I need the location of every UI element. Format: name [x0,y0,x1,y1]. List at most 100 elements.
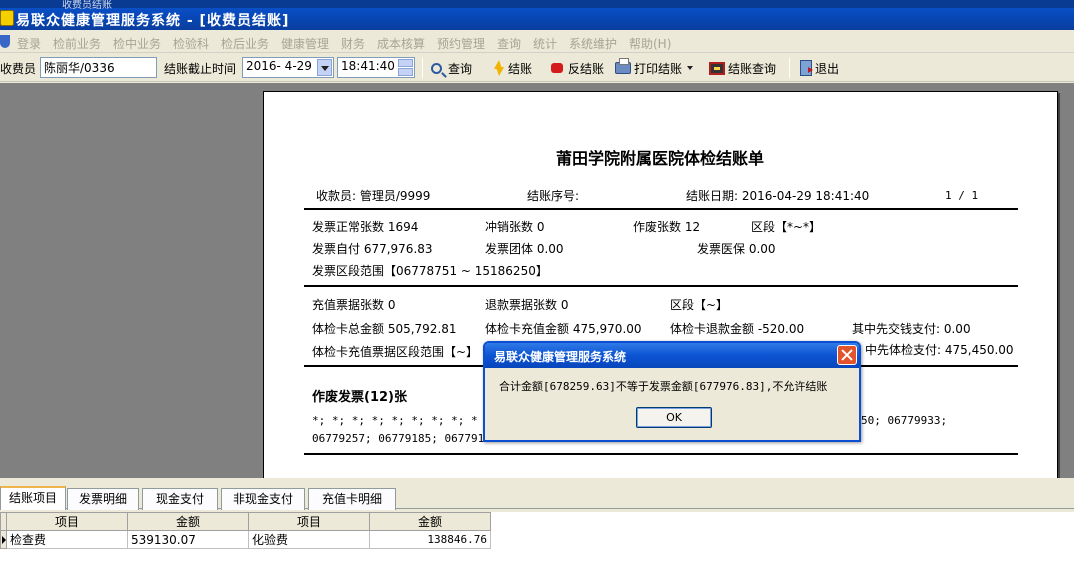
menu-system-maintenance[interactable]: 系统维护 [569,35,617,52]
tab-invoice-details[interactable]: 发票明细 [67,488,139,510]
settle-button-label: 结账 [508,61,533,76]
dialog-message: 合计金额[678259.63]不等于发票金额[677976.83],不允许结账 [499,380,828,393]
lightning-icon [491,60,505,76]
cell-amount[interactable]: 138846.76 [369,530,491,549]
exit-button[interactable]: 退出 [800,57,839,79]
chevron-down-icon[interactable] [687,66,694,70]
invoice-range: 发票区段范围【06778751 ~ 15186250】 [312,264,548,278]
cutoff-date-picker[interactable]: 2016- 4-29 [242,57,334,78]
print-settlement-button[interactable]: 打印结账 [615,57,694,79]
print-settlement-button-label: 打印结账 [634,61,683,76]
ok-button[interactable]: OK [636,407,712,428]
query-button[interactable]: 查询 [431,57,472,79]
grid-header-row: 项目 金额 项目 金额 [0,512,491,531]
menu-pre-exam[interactable]: 检前业务 [53,35,101,52]
menu-statistics[interactable]: 统计 [533,35,557,52]
menu-login[interactable]: 登录 [17,35,41,52]
cutoff-time-value: 18:41:40 [341,59,395,73]
cutoff-date-value: 2016- 4-29 [246,59,312,73]
query-button-label: 查询 [448,61,473,76]
recharge-section-range: 区段【~】 [670,298,729,312]
current-row-indicator-icon [0,530,7,549]
invoice-self-pay: 发票自付 677,976.83 [312,242,433,256]
column-header-amount[interactable]: 金额 [127,512,249,531]
tab-recharge-card-details[interactable]: 充值卡明细 [308,488,396,510]
menu-during-exam[interactable]: 检中业务 [113,35,161,52]
reverse-settle-button-label: 反结账 [568,61,605,76]
menu-query[interactable]: 查询 [497,35,521,52]
app-shield-icon [0,10,14,26]
window-title: 易联众健康管理服务系统 - [收费员结账] [16,13,290,29]
menu-lab[interactable]: 检验科 [173,35,209,52]
void-invoice-list-line2: 06779257; 06779185; 067791 [312,432,485,445]
menu-help[interactable]: 帮助(H) [629,35,671,52]
close-icon[interactable] [837,345,857,365]
card-total-amount: 体检卡总金额 505,792.81 [312,322,457,336]
section-range: 区段【*~*】 [751,220,822,234]
menu-post-exam[interactable]: 检后业务 [221,35,269,52]
search-icon [431,62,442,74]
void-invoice-list-right: 50; 06779933; [861,414,948,427]
cutoff-time-label: 结账截止时间 [164,62,237,76]
exit-door-icon [800,60,813,76]
recharge-ticket-count: 充值票据张数 0 [312,298,396,312]
card-recharge-amount: 体检卡充值金额 475,970.00 [485,322,642,336]
report-cashier: 收款员: 管理员/9999 [316,189,431,203]
prepaid-exam-payment: 中先体检支付: 475,450.00 [865,343,1014,357]
tab-cash-payment[interactable]: 现金支付 [142,488,218,510]
menu-health-management[interactable]: 健康管理 [281,35,329,52]
dialog-title: 易联众健康管理服务系统 [494,350,627,364]
error-dialog: 易联众健康管理服务系统 合计金额[678259.63]不等于发票金额[67797… [483,341,861,442]
toolbar-separator [422,58,423,78]
divider [304,285,1018,287]
settlement-items-grid[interactable]: 项目 金额 项目 金额 检查费 539130.07 化验费 138846.76 [0,512,1074,579]
prepaid-payment: 其中先交钱支付: 0.00 [852,322,971,336]
invoice-insurance-pay: 发票医保 0.00 [697,242,776,256]
toolbar-separator [789,58,790,78]
title-bar: 收费员结账 易联众健康管理服务系统 - [收费员结账] [0,0,1074,30]
cashier-field-value: 陈丽华/0336 [44,61,115,75]
settle-button[interactable]: 结账 [491,57,532,79]
menu-cost-accounting[interactable]: 成本核算 [377,35,425,52]
invoice-group-pay: 发票团体 0.00 [485,242,564,256]
divider [304,453,1018,455]
column-header-amount[interactable]: 金额 [369,512,491,531]
cashier-field[interactable]: 陈丽华/0336 [40,57,157,78]
time-spin-buttons[interactable] [398,59,413,76]
printer-icon [615,58,631,74]
cell-item[interactable]: 化验费 [248,530,370,549]
date-dropdown-arrow-icon[interactable] [317,59,332,76]
detail-tabs: 结账项目 发票明细 现金支付 非现金支付 充值卡明细 [0,485,1074,510]
reverse-settle-button[interactable]: 反结账 [549,57,604,79]
background-window-strip: 收费员结账 [0,0,1074,11]
tab-non-cash-payment[interactable]: 非现金支付 [221,488,305,510]
cell-item[interactable]: 检查费 [6,530,128,549]
report-serial: 结账序号: [527,189,580,203]
table-row[interactable]: 检查费 539130.07 化验费 138846.76 [0,530,491,549]
void-count: 作废张数 12 [633,220,701,234]
menu-appointment[interactable]: 预约管理 [437,35,485,52]
exit-button-label: 退出 [815,61,840,76]
reversed-count: 冲销张数 0 [485,220,545,234]
monitor-icon [709,61,725,75]
column-header-item[interactable]: 项目 [6,512,128,531]
refund-ticket-count: 退款票据张数 0 [485,298,569,312]
menu-finance[interactable]: 财务 [341,35,365,52]
cashier-label: 收费员 [0,62,37,76]
card-recharge-range: 体检卡充值票据区段范围【~】 [312,345,479,359]
dialog-title-bar: 易联众健康管理服务系统 [485,343,859,368]
cutoff-time-spinner[interactable]: 18:41:40 [337,57,415,78]
tab-settlement-items[interactable]: 结账项目 [0,486,66,510]
cell-amount[interactable]: 539130.07 [127,530,249,549]
menu-bar: 登录 检前业务 检中业务 检验科 检后业务 健康管理 财务 成本核算 预约管理 … [0,31,1074,53]
toolbar: 收费员 陈丽华/0336 结账截止时间 2016- 4-29 18:41:40 … [0,54,1074,82]
card-refund-amount: 体检卡退款金额 -520.00 [670,322,805,336]
void-invoice-list-left: *; *; *; *; *; *; *; *; * [312,414,478,427]
normal-invoice-count: 发票正常张数 1694 [312,220,419,234]
report-date: 结账日期: 2016-04-29 18:41:40 [686,189,870,203]
menu-shield-icon [0,35,10,48]
column-header-item[interactable]: 项目 [248,512,370,531]
void-invoice-heading: 作废发票(12)张 [312,390,407,405]
settlement-query-button-label: 结账查询 [728,61,777,76]
settlement-query-button[interactable]: 结账查询 [709,57,776,79]
